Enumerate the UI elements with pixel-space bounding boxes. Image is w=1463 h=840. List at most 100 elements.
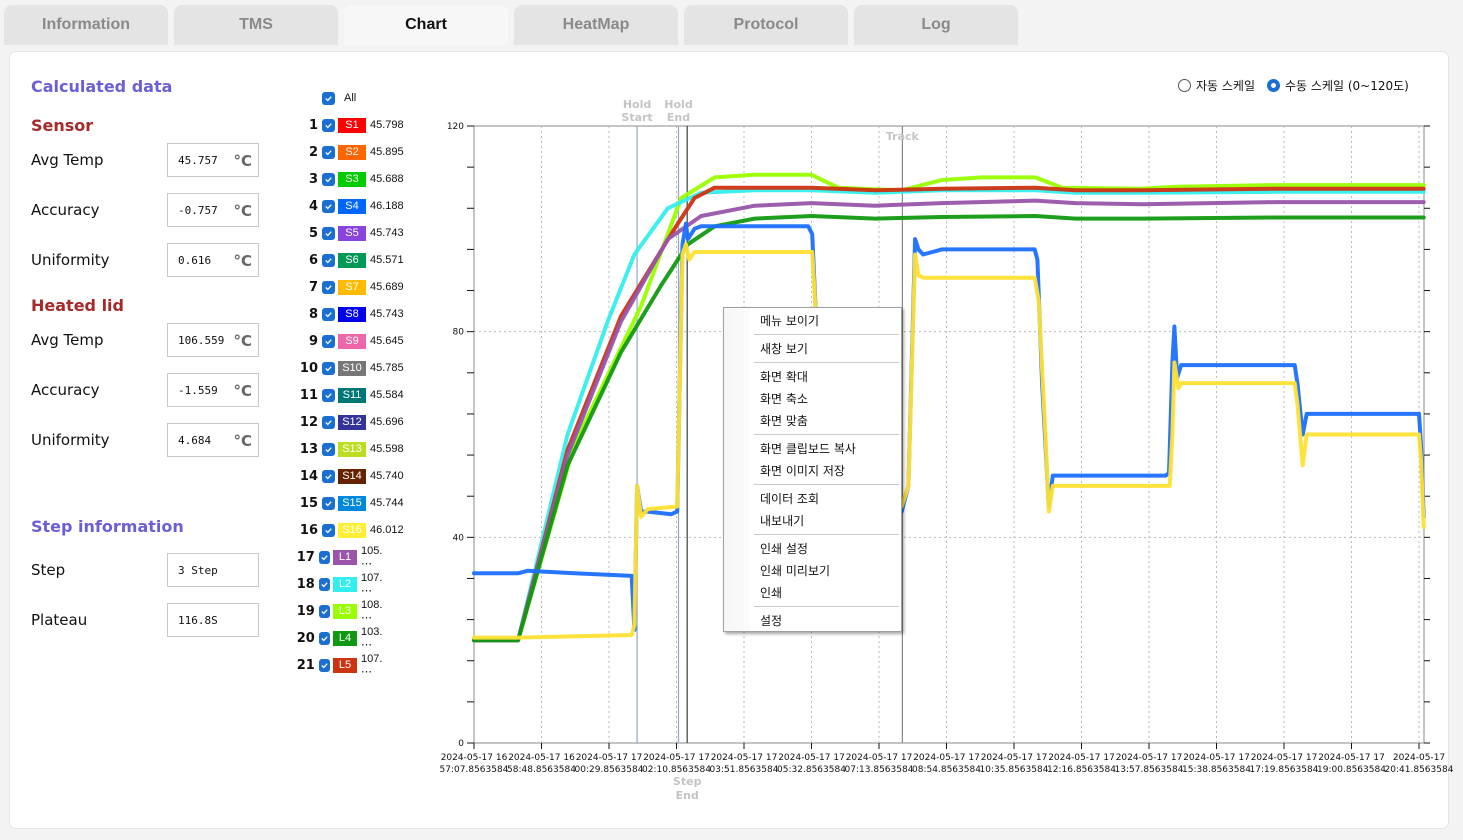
series-value: 45.744 [370,497,404,509]
tab-log[interactable]: Log [854,5,1018,45]
legend-item-s6[interactable]: 6 S6 45.571 [296,251,404,269]
sensor-uniformity-field[interactable]: 0.616 °C [167,243,259,277]
series-checkbox[interactable] [322,118,335,132]
tab-information[interactable]: Information [4,5,168,45]
legend-item-s12[interactable]: 12 S12 45.696 [296,413,404,431]
legend-item-l4[interactable]: 20 L4 103. ⋯ [296,626,391,651]
legend-index: 16 [299,522,318,538]
context-menu-item[interactable]: 화면 이미지 저장 [724,460,901,482]
legend-item-s15[interactable]: 15 S15 45.744 [296,494,404,512]
series-checkbox[interactable] [322,523,335,537]
legend-item-s5[interactable]: 5 S5 45.743 [296,224,404,242]
series-value: 45.645 [370,335,404,347]
all-checkbox[interactable] [322,91,335,105]
check-icon [325,311,332,317]
marker-label: Hold [623,98,651,111]
sensor-avg-temp-field[interactable]: 45.757 °C [167,143,259,177]
context-menu-item[interactable]: 인쇄 미리보기 [724,560,901,582]
legend-item-s3[interactable]: 3 S3 45.688 [296,170,404,188]
tab-protocol[interactable]: Protocol [684,5,848,45]
legend-item-s7[interactable]: 7 S7 45.689 [296,278,404,296]
series-color-swatch: S15 [338,495,366,511]
step-field[interactable]: 3 Step [167,553,259,587]
series-checkbox[interactable] [318,577,330,591]
all-label: All [344,92,357,104]
x-tick-label: 2024-05-17 17 [711,753,778,763]
series-checkbox[interactable] [322,145,335,159]
series-value: 45.798 [370,119,404,131]
series-checkbox[interactable] [318,631,330,645]
legend-item-s16[interactable]: 16 S16 46.012 [296,521,404,539]
series-value: 45.696 [370,416,404,428]
sensor-accuracy-label: Accuracy [31,201,100,219]
context-menu-item[interactable]: 화면 클립보드 복사 [724,438,901,460]
check-icon [321,662,328,668]
x-tick-label: 19:00.8563584 [1317,765,1386,775]
legend-item-s13[interactable]: 13 S13 45.598 [296,440,404,458]
series-checkbox[interactable] [322,280,335,294]
series-checkbox[interactable] [322,199,335,213]
sensor-accuracy-field[interactable]: -0.757 °C [167,193,259,227]
check-icon [325,527,332,533]
series-value: 45.785 [370,362,404,374]
tab-heatmap[interactable]: HeatMap [514,5,678,45]
series-checkbox[interactable] [322,226,335,240]
tab-tms[interactable]: TMS [174,5,338,45]
context-menu-item[interactable]: 내보내기 [724,510,901,532]
legend-item-s4[interactable]: 4 S4 46.188 [296,197,404,215]
lid-avg-temp-field[interactable]: 106.559 °C [167,323,259,357]
series-checkbox[interactable] [322,388,335,402]
legend-item-s9[interactable]: 9 S9 45.645 [296,332,404,350]
series-checkbox[interactable] [322,442,335,456]
manual-scale-radio[interactable]: 수동 스케일 (0~120도) [1267,77,1409,94]
context-menu-item[interactable]: 화면 확대 [724,366,901,388]
marker-label: Track [886,130,920,143]
x-tick-label: 20:41.8563584 [1385,765,1454,775]
context-menu-item[interactable]: 새창 보기 [724,338,901,360]
legend-all-row[interactable]: All [296,89,356,107]
legend-item-s2[interactable]: 2 S2 45.895 [296,143,404,161]
context-menu-item[interactable]: 화면 축소 [724,388,901,410]
series-checkbox[interactable] [322,307,335,321]
x-tick-label: 02:10.8563584 [642,765,711,775]
series-checkbox[interactable] [318,658,330,672]
lid-uniformity-field[interactable]: 4.684 °C [167,423,259,457]
lid-accuracy-field[interactable]: -1.559 °C [167,373,259,407]
legend-item-l2[interactable]: 18 L2 107. ⋯ [296,572,391,597]
series-checkbox[interactable] [322,469,335,483]
series-checkbox[interactable] [318,550,330,564]
series-checkbox[interactable] [322,253,335,267]
check-icon [325,392,332,398]
y-tick-label: 0 [458,739,464,749]
context-menu-item[interactable]: 화면 맞춤 [724,410,901,432]
series-checkbox[interactable] [322,172,335,186]
series-checkbox[interactable] [318,604,330,618]
x-tick-label: 2024-05-17 17 [1251,753,1318,763]
menu-separator [754,606,899,607]
step-info-title: Step information [31,517,184,536]
series-checkbox[interactable] [322,496,335,510]
series-checkbox[interactable] [322,415,335,429]
tab-chart[interactable]: Chart [344,5,508,45]
check-icon [321,581,328,587]
series-checkbox[interactable] [322,361,335,375]
x-tick-label: 2024-05-17 [1393,753,1445,763]
context-menu-item[interactable]: 메뉴 보이기 [724,310,901,332]
context-menu-item[interactable]: 인쇄 설정 [724,538,901,560]
check-icon [325,149,332,155]
legend-item-l3[interactable]: 19 L3 108. ⋯ [296,599,391,624]
legend-item-s8[interactable]: 8 S8 45.743 [296,305,404,323]
context-menu-item[interactable]: 인쇄 [724,582,901,604]
context-menu-item[interactable]: 데이터 조회 [724,488,901,510]
series-checkbox[interactable] [322,334,335,348]
vertical-scrollbar[interactable] [1450,52,1463,828]
legend-item-l5[interactable]: 21 L5 107. ⋯ [296,653,391,678]
auto-scale-radio[interactable]: 자동 스케일 [1178,77,1255,94]
plateau-field[interactable]: 116.8S [167,603,259,637]
legend-item-l1[interactable]: 17 L1 105. ⋯ [296,545,391,570]
legend-item-s10[interactable]: 10 S10 45.785 [296,359,404,377]
legend-item-s14[interactable]: 14 S14 45.740 [296,467,404,485]
legend-item-s1[interactable]: 1 S1 45.798 [296,116,404,134]
legend-item-s11[interactable]: 11 S11 45.584 [296,386,404,404]
context-menu-item[interactable]: 설정 [724,610,901,632]
